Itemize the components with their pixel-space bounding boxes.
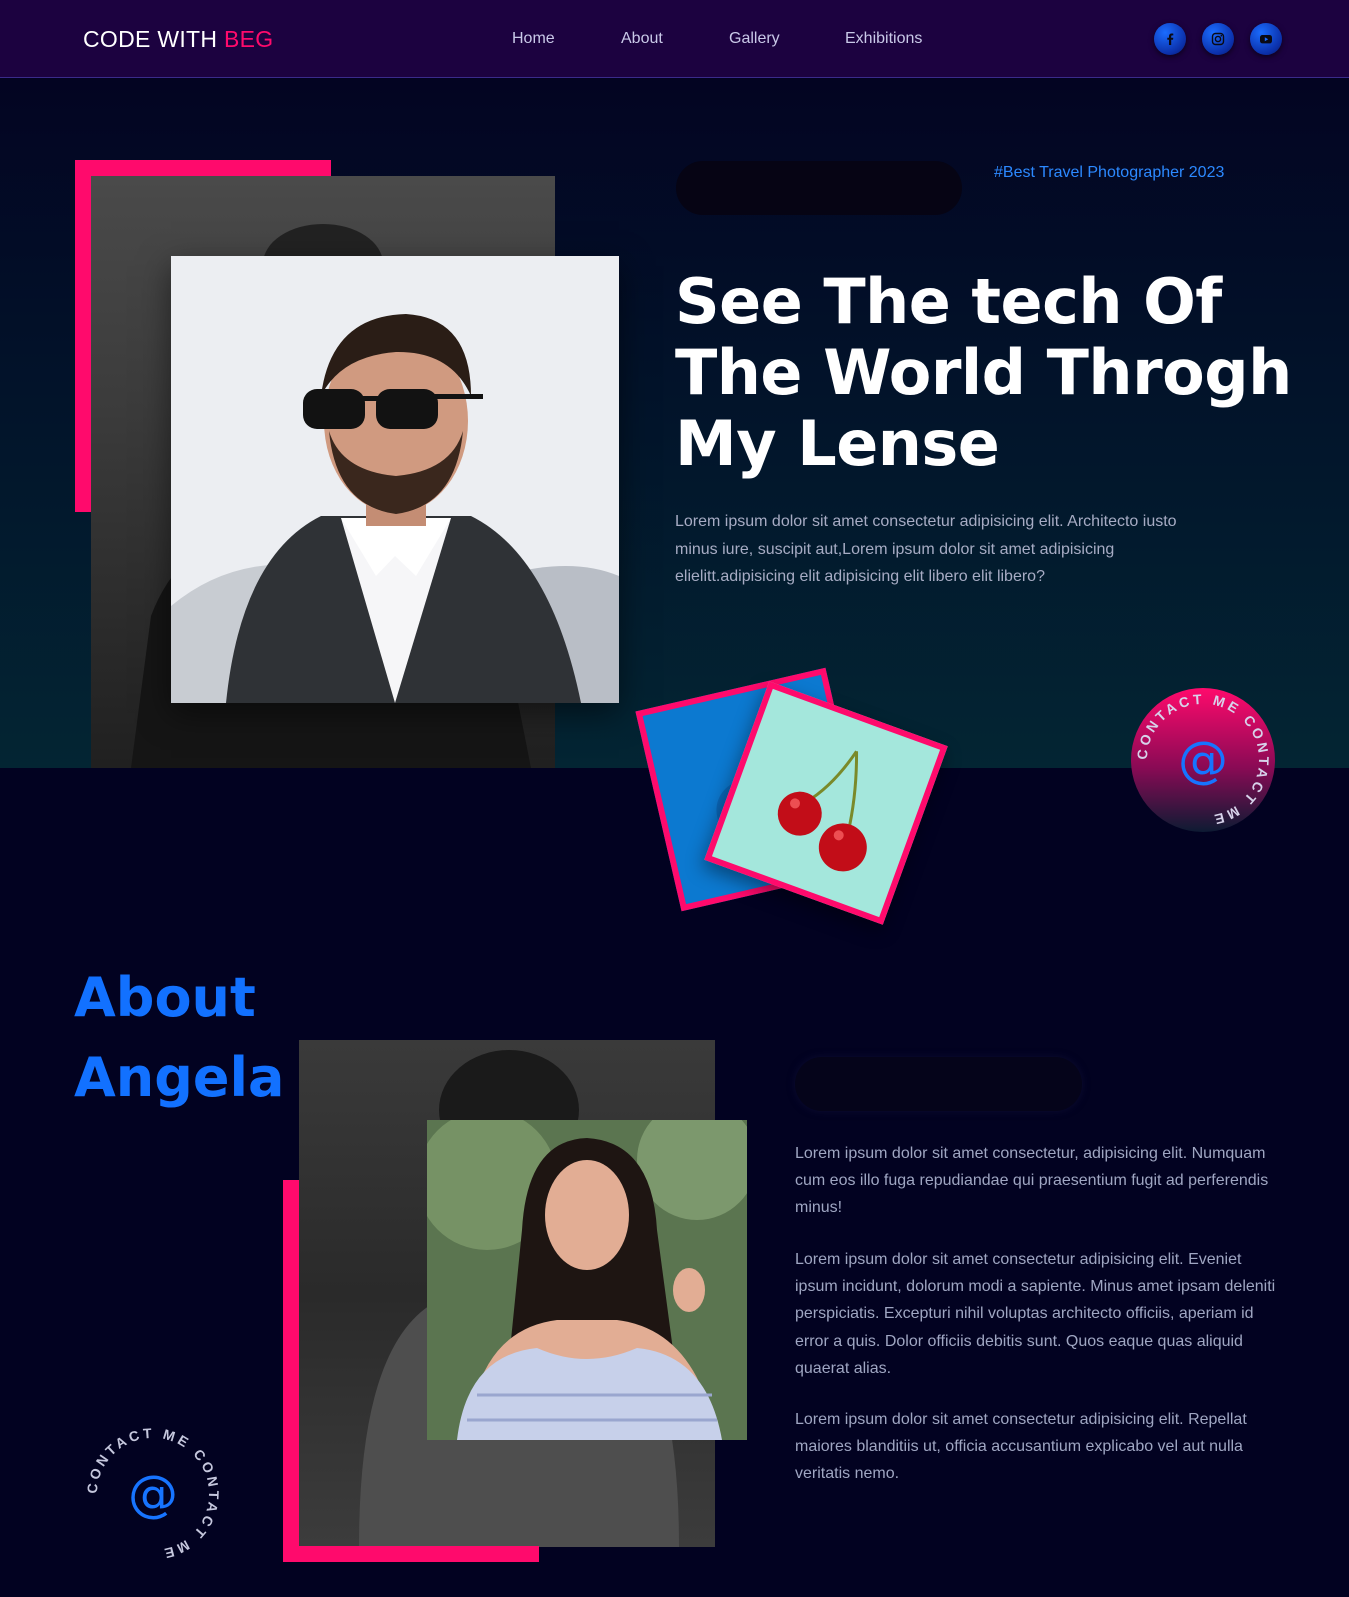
instagram-icon xyxy=(1211,32,1225,46)
logo-text: CODE WITH xyxy=(83,26,224,52)
about-contact-button[interactable]: CONTACT ME CONTACT ME @ xyxy=(81,1422,225,1566)
hero-badge-pill xyxy=(676,161,962,215)
nav-link-about[interactable]: About xyxy=(621,30,663,48)
contact-me-button[interactable]: CONTACT ME CONTACT ME @ xyxy=(1131,688,1275,832)
about-paragraph-1: Lorem ipsum dolor sit amet consectetur, … xyxy=(795,1145,1269,1217)
angela-portrait xyxy=(427,1120,747,1440)
top-navbar: CODE WITH BEG Home About Gallery Exhibit… xyxy=(0,0,1349,78)
nav-link-gallery[interactable]: Gallery xyxy=(729,30,780,48)
about-badge-pill xyxy=(795,1057,1082,1111)
hero-title: See The tech Of The World Throgh My Lens… xyxy=(675,265,1292,480)
about-heading-line1: About xyxy=(74,966,256,1029)
nav-link-exhibitions[interactable]: Exhibitions xyxy=(845,30,922,48)
logo-accent: BEG xyxy=(224,26,274,52)
at-icon: @ xyxy=(1178,731,1228,789)
instagram-button[interactable] xyxy=(1202,23,1234,55)
nav-link-home[interactable]: Home xyxy=(512,30,555,48)
photographer-portrait xyxy=(171,256,619,703)
site-logo[interactable]: CODE WITH BEG xyxy=(83,26,273,53)
facebook-icon xyxy=(1167,33,1174,45)
youtube-button[interactable] xyxy=(1250,23,1282,55)
about-paragraph-2: Lorem ipsum dolor sit amet consectetur a… xyxy=(795,1251,1276,1377)
youtube-icon xyxy=(1260,35,1272,44)
hero-description: Lorem ipsum dolor sit amet consectetur a… xyxy=(675,513,1177,585)
facebook-button[interactable] xyxy=(1154,23,1186,55)
at-icon: @ xyxy=(128,1465,178,1523)
about-paragraph-3: Lorem ipsum dolor sit amet consectetur a… xyxy=(795,1411,1247,1483)
hero-tagline: #Best Travel Photographer 2023 xyxy=(994,164,1225,181)
